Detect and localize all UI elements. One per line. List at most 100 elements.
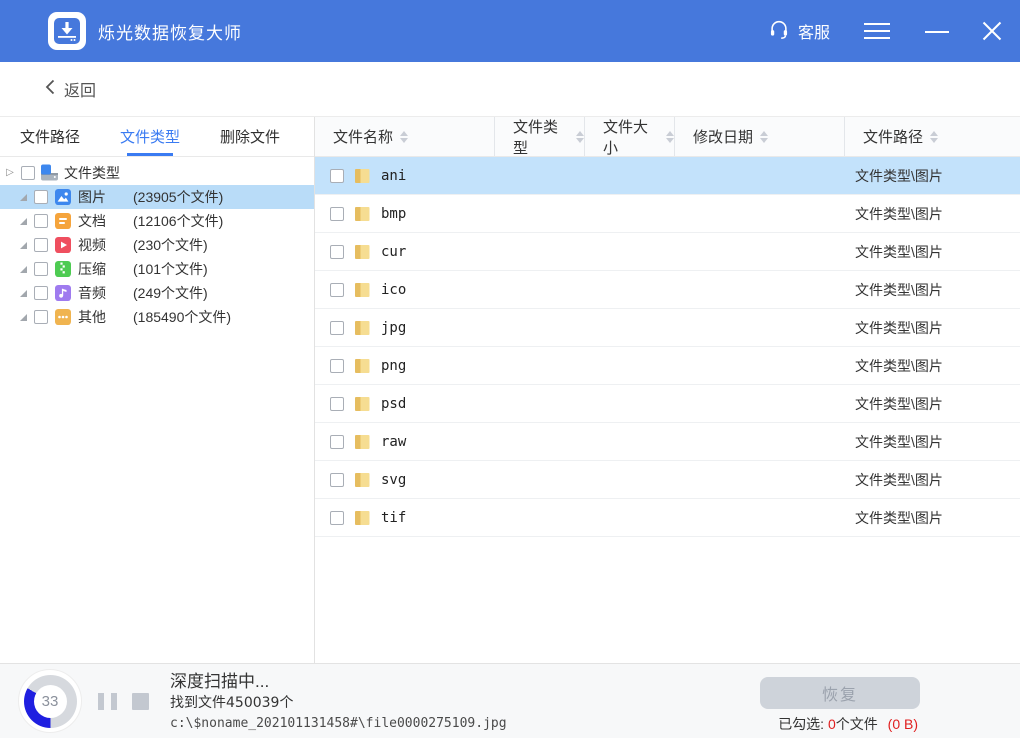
tree-item-count: (12106个文件) xyxy=(133,211,223,231)
header-cell-1[interactable]: 文件类型 xyxy=(495,117,585,156)
headset-icon xyxy=(768,18,790,45)
close-button[interactable] xyxy=(980,19,1004,43)
folder-icon xyxy=(354,282,371,298)
sort-icon[interactable] xyxy=(666,131,674,143)
table-row-2[interactable]: cur 文件类型\图片 xyxy=(315,233,1020,271)
file-name-cell: png xyxy=(315,358,495,374)
minimize-button[interactable] xyxy=(924,21,950,41)
row-checkbox[interactable] xyxy=(330,245,344,259)
expander-icon[interactable] xyxy=(20,266,27,273)
row-checkbox[interactable] xyxy=(330,511,344,525)
menu-button[interactable] xyxy=(860,19,894,43)
table-row-4[interactable]: jpg 文件类型\图片 xyxy=(315,309,1020,347)
folder-icon xyxy=(354,510,371,526)
header-cell-0[interactable]: 文件名称 xyxy=(315,117,495,156)
row-checkbox[interactable] xyxy=(330,435,344,449)
file-path: 文件类型\图片 xyxy=(845,432,1020,452)
tree-item-checkbox[interactable] xyxy=(34,262,48,276)
archive-icon xyxy=(55,261,71,277)
file-name: png xyxy=(381,358,406,374)
back-button[interactable]: 返回 xyxy=(45,77,96,101)
sidebar-tab-2[interactable]: 删除文件 xyxy=(220,117,280,156)
tree-item-label: 视频 xyxy=(78,235,126,255)
expander-icon[interactable] xyxy=(20,314,27,321)
tree-item-checkbox[interactable] xyxy=(34,214,48,228)
sort-icon[interactable] xyxy=(930,131,938,143)
row-checkbox[interactable] xyxy=(330,169,344,183)
tree-root-row[interactable]: ▷ 文件类型 xyxy=(0,160,314,185)
row-checkbox[interactable] xyxy=(330,359,344,373)
header-cell-4[interactable]: 文件路径 xyxy=(845,117,1020,156)
tree-item-checkbox[interactable] xyxy=(34,190,48,204)
sort-icon[interactable] xyxy=(760,131,768,143)
table-row-6[interactable]: psd文件类型\图片 xyxy=(315,385,1020,423)
row-checkbox[interactable] xyxy=(330,207,344,221)
title-bar: 烁光数据恢复大师 客服 xyxy=(0,0,1020,62)
selected-count: 0 xyxy=(828,716,836,732)
table-row-7[interactable]: raw文件类型\图片 xyxy=(315,423,1020,461)
folder-icon xyxy=(354,472,371,488)
file-name-cell: jpg xyxy=(315,320,495,336)
header-cell-3[interactable]: 修改日期 xyxy=(675,117,845,156)
sort-icon[interactable] xyxy=(400,131,408,143)
folder-icon xyxy=(354,168,371,184)
folder-icon xyxy=(354,206,371,222)
file-path: 文件类型\图片 xyxy=(845,242,1020,262)
recover-button[interactable]: 恢复 xyxy=(760,677,920,709)
pause-button[interactable] xyxy=(98,693,117,710)
app-logo-icon xyxy=(48,12,86,50)
file-path: 文件类型\图片 xyxy=(845,318,1020,338)
back-label: 返回 xyxy=(64,77,96,101)
table-row-0[interactable]: ani文件类型\图片 xyxy=(315,157,1020,195)
support-button[interactable]: 客服 xyxy=(768,18,830,45)
table-row-5[interactable]: png文件类型\图片 xyxy=(315,347,1020,385)
row-checkbox[interactable] xyxy=(330,321,344,335)
header-label: 文件名称 xyxy=(333,126,393,147)
expander-icon[interactable] xyxy=(20,194,27,201)
file-name-cell: cur xyxy=(315,244,495,260)
row-checkbox[interactable] xyxy=(330,283,344,297)
tree-root-checkbox[interactable] xyxy=(21,166,35,180)
header-label: 文件路径 xyxy=(863,126,923,147)
expander-icon[interactable]: ▷ xyxy=(4,167,16,178)
header-label: 修改日期 xyxy=(693,126,753,147)
progress-value: 33 xyxy=(42,693,59,710)
expander-icon[interactable] xyxy=(20,242,27,249)
row-checkbox[interactable] xyxy=(330,473,344,487)
table-row-1[interactable]: bmp文件类型\图片 xyxy=(315,195,1020,233)
scan-current-file: c:\$noname_202101131458#\file0000275109.… xyxy=(170,714,507,733)
header-label: 文件类型 xyxy=(513,116,569,158)
sort-icon[interactable] xyxy=(576,131,584,143)
tree-item-3[interactable]: 压缩(101个文件) xyxy=(0,257,314,281)
scan-found-count: 找到文件450039个 xyxy=(170,693,507,714)
scan-status-title: 深度扫描中... xyxy=(170,670,507,693)
tree-item-2[interactable]: 视频(230个文件) xyxy=(0,233,314,257)
row-checkbox[interactable] xyxy=(330,397,344,411)
folder-icon xyxy=(354,434,371,450)
hamburger-icon xyxy=(864,23,890,25)
sidebar-tab-1[interactable]: 文件类型 xyxy=(120,117,180,156)
sidebar: 文件路径文件类型删除文件 ▷文件类型图片(23905个文件)文档(12106个文… xyxy=(0,117,315,663)
tree-root-label: 文件类型 xyxy=(64,163,120,183)
sidebar-tabs: 文件路径 文件类型 删除文件 xyxy=(0,117,314,157)
table-row-3[interactable]: ico文件类型\图片 xyxy=(315,271,1020,309)
tree-item-checkbox[interactable] xyxy=(34,238,48,252)
tree-item-5[interactable]: 其他(185490个文件) xyxy=(0,305,314,329)
sidebar-tab-0[interactable]: 文件路径 xyxy=(20,117,80,156)
tree-item-label: 音频 xyxy=(78,283,126,303)
stop-button[interactable] xyxy=(132,693,149,710)
tree-item-checkbox[interactable] xyxy=(34,310,48,324)
header-label: 文件大小 xyxy=(603,116,659,158)
folder-icon xyxy=(354,244,371,260)
expander-icon[interactable] xyxy=(20,218,27,225)
table-row-8[interactable]: svg文件类型\图片 xyxy=(315,461,1020,499)
tree-item-checkbox[interactable] xyxy=(34,286,48,300)
tree-item-1[interactable]: 文档(12106个文件) xyxy=(0,209,314,233)
expander-icon[interactable] xyxy=(20,290,27,297)
video-icon xyxy=(55,237,71,253)
tree-item-4[interactable]: 音频(249个文件) xyxy=(0,281,314,305)
status-bar: 33 深度扫描中... 找到文件450039个 c:\$noname_20210… xyxy=(0,663,1020,738)
tree-item-0[interactable]: 图片(23905个文件) xyxy=(0,185,314,209)
table-row-9[interactable]: tif文件类型\图片 xyxy=(315,499,1020,537)
header-cell-2[interactable]: 文件大小 xyxy=(585,117,675,156)
